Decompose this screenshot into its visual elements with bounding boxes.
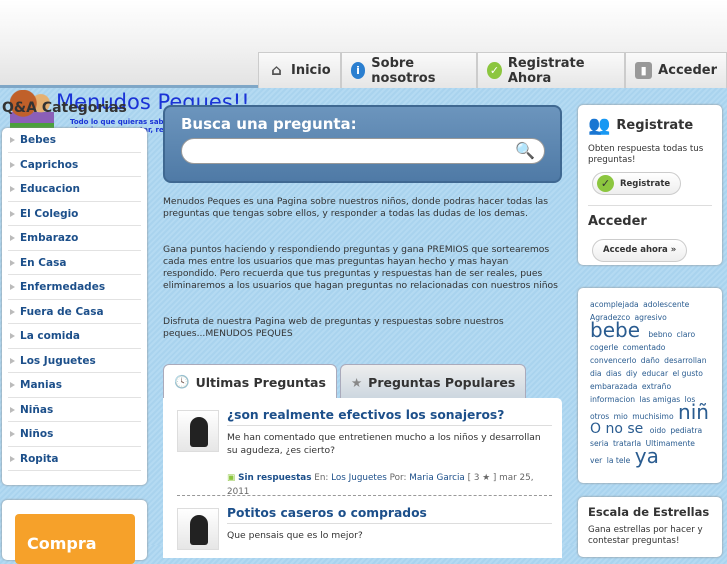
tag-link[interactable]: educar bbox=[642, 369, 671, 378]
category-link[interactable]: El Colegio bbox=[8, 202, 141, 226]
intro-text: Menudos Peques es una Pagina sobre nuest… bbox=[163, 196, 558, 364]
stars-text: Gana estrellas por hacer y contestar pre… bbox=[588, 525, 703, 546]
in-label: En: bbox=[314, 473, 329, 483]
question-body: Que pensais que es lo mejor? bbox=[227, 530, 363, 541]
category-link[interactable]: Los Juguetes bbox=[8, 349, 141, 373]
tag-link[interactable]: las amigas bbox=[639, 395, 682, 404]
category-link[interactable]: Los Juguetes bbox=[331, 473, 387, 483]
categories-title: Q&A Categorias bbox=[2, 100, 127, 116]
check-icon: ✓ bbox=[597, 175, 614, 192]
intro-paragraph: Menudos Peques es una Pagina sobre nuest… bbox=[163, 196, 549, 219]
no-answers-icon: ▣ bbox=[227, 473, 236, 483]
tag-link[interactable]: seria bbox=[590, 439, 611, 448]
tag-cloud: acomplejada adolescente Agradezco agresi… bbox=[578, 288, 722, 483]
tag-link[interactable]: dias bbox=[606, 369, 624, 378]
nav-registrate[interactable]: ✓ Registrate Ahora bbox=[477, 52, 626, 88]
points: [ 3 ★ ] bbox=[467, 473, 497, 483]
tag-link[interactable]: niñ bbox=[678, 400, 709, 424]
tag-link[interactable]: la tele bbox=[607, 456, 633, 465]
question-body: Me han comentado que entretienen mucho a… bbox=[227, 432, 541, 456]
categories-list: Bebes Caprichos Educacion El Colegio Emb… bbox=[2, 128, 147, 485]
tag-link[interactable]: informacion bbox=[590, 395, 637, 404]
divider bbox=[177, 495, 552, 496]
tag-link[interactable]: extraño bbox=[642, 382, 671, 391]
nav-sobre-nosotros[interactable]: i Sobre nosotros bbox=[340, 52, 478, 88]
tag-link[interactable]: pediatra bbox=[670, 426, 702, 435]
tag-link[interactable]: adolescente bbox=[643, 300, 689, 309]
users-icon: 👥 bbox=[588, 115, 611, 136]
category-link[interactable]: Enfermedades bbox=[8, 275, 141, 300]
tag-link[interactable]: convencerlo bbox=[590, 356, 639, 365]
tag-link[interactable]: ya bbox=[635, 444, 659, 468]
main-nav: ⌂ Inicio i Sobre nosotros ✓ Registrate Ahor… bbox=[258, 52, 727, 88]
search-title: Busca una pregunta: bbox=[181, 115, 357, 133]
tag-link[interactable]: ver bbox=[590, 456, 605, 465]
tab-preguntas-populares[interactable]: ★ Preguntas Populares bbox=[339, 364, 527, 400]
avatar bbox=[177, 508, 219, 550]
search-icon[interactable]: 🔍 bbox=[515, 141, 535, 160]
tag-link[interactable]: desarrollan bbox=[664, 356, 706, 365]
tag-link[interactable]: claro bbox=[677, 330, 696, 339]
tag-link[interactable]: comentado bbox=[623, 343, 666, 352]
compra-button[interactable]: Compra bbox=[15, 514, 135, 564]
category-link[interactable]: Manias bbox=[8, 373, 141, 398]
clock-icon: 🕓 bbox=[174, 374, 190, 389]
login-button[interactable]: Accede ahora » bbox=[592, 238, 688, 262]
tag-link[interactable]: bebno bbox=[648, 330, 674, 339]
tag-link[interactable]: daño bbox=[641, 356, 662, 365]
tag-link[interactable]: acomplejada bbox=[590, 300, 641, 309]
status-text: Sin respuestas bbox=[238, 473, 312, 483]
question-tabs: 🕓 Ultimas Preguntas ★ Preguntas Populares bbox=[163, 364, 527, 400]
avatar bbox=[177, 410, 219, 452]
home-icon: ⌂ bbox=[271, 61, 282, 79]
tag-link[interactable]: mio bbox=[614, 412, 631, 421]
category-link[interactable]: Ropita bbox=[8, 447, 141, 471]
search-box: Busca una pregunta: 🔍 bbox=[163, 105, 562, 183]
search-input[interactable] bbox=[181, 138, 545, 164]
tag-link[interactable]: embarazada bbox=[590, 382, 640, 391]
category-link[interactable]: Caprichos bbox=[8, 153, 141, 177]
tag-link[interactable]: dia bbox=[590, 369, 604, 378]
intro-paragraph: Gana puntos haciendo y respondiendo preg… bbox=[163, 244, 558, 291]
category-link[interactable]: Bebes bbox=[8, 128, 141, 153]
check-icon: ✓ bbox=[487, 62, 502, 79]
category-link[interactable]: En Casa bbox=[8, 251, 141, 275]
register-text: Obten respuesta todas tus preguntas! bbox=[588, 144, 704, 165]
star-scale-box: Escala de Estrellas Gana estrellas por h… bbox=[578, 497, 722, 557]
star-icon: ★ bbox=[350, 374, 363, 390]
nav-acceder[interactable]: ▮ Acceder bbox=[625, 52, 727, 88]
author-link[interactable]: Maria Garcia bbox=[409, 473, 465, 483]
tag-link[interactable]: bebe bbox=[590, 318, 646, 342]
tag-link[interactable]: muchisimo bbox=[632, 412, 676, 421]
promo-box: Compra bbox=[2, 500, 147, 564]
nav-inicio[interactable]: ⌂ Inicio bbox=[258, 52, 341, 88]
tag-link[interactable]: O no se bbox=[590, 421, 648, 437]
register-button[interactable]: ✓ Registrate bbox=[592, 172, 682, 195]
register-box: 👥 Registrate Obten respuesta todas tus pr… bbox=[578, 105, 722, 265]
category-link[interactable]: Fuera de Casa bbox=[8, 300, 141, 324]
tag-link[interactable]: cogerle bbox=[590, 343, 621, 352]
stars-title: Escala de Estrellas bbox=[588, 505, 710, 519]
category-link[interactable]: La comida bbox=[8, 324, 141, 349]
tag-link[interactable]: otros bbox=[590, 412, 612, 421]
lock-icon: ▮ bbox=[635, 62, 653, 79]
tag-link[interactable]: el gusto bbox=[672, 369, 702, 378]
divider bbox=[588, 205, 712, 206]
register-title: Registrate bbox=[616, 118, 694, 133]
tab-ultimas-preguntas[interactable]: 🕓 Ultimas Preguntas bbox=[163, 364, 337, 400]
info-icon: i bbox=[350, 62, 366, 79]
category-link[interactable]: Educacion bbox=[8, 177, 141, 202]
tag-link[interactable]: diy bbox=[626, 369, 640, 378]
category-link[interactable]: Niños bbox=[8, 422, 141, 447]
intro-paragraph: Disfruta de nuestra Pagina web de pregun… bbox=[163, 316, 504, 339]
tag-link[interactable]: oido bbox=[650, 426, 669, 435]
category-link[interactable]: Embarazo bbox=[8, 226, 141, 251]
question-title[interactable]: ¿son realmente efectivos los sonajeros? bbox=[227, 408, 552, 426]
login-title: Acceder bbox=[588, 214, 647, 229]
category-link[interactable]: Niñas bbox=[8, 398, 141, 422]
question-title[interactable]: Potitos caseros o comprados bbox=[227, 506, 552, 524]
questions-list: ¿son realmente efectivos los sonajeros? … bbox=[163, 398, 562, 558]
by-label: Por: bbox=[389, 473, 407, 483]
